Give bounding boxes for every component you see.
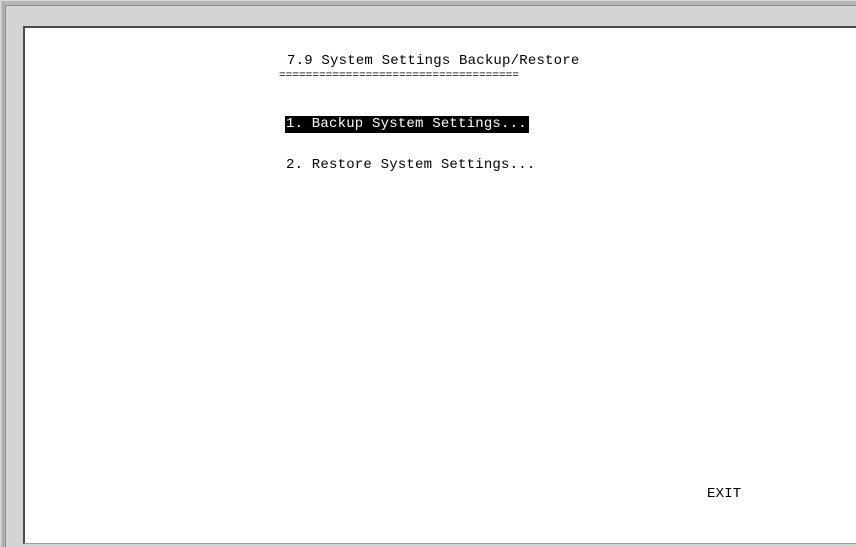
menu-item-restore-system-settings[interactable]: 2. Restore System Settings...: [286, 157, 535, 173]
page-title: 7.9 System Settings Backup/Restore: [287, 53, 580, 69]
terminal-window-frame: [0, 0, 856, 547]
title-underline: ====================================: [279, 70, 520, 82]
window-left-edge: [1, 1, 4, 547]
console-screen: [23, 26, 856, 544]
exit-button[interactable]: EXIT: [707, 486, 741, 502]
menu-item-backup-system-settings[interactable]: 1. Backup System Settings...: [285, 116, 529, 133]
